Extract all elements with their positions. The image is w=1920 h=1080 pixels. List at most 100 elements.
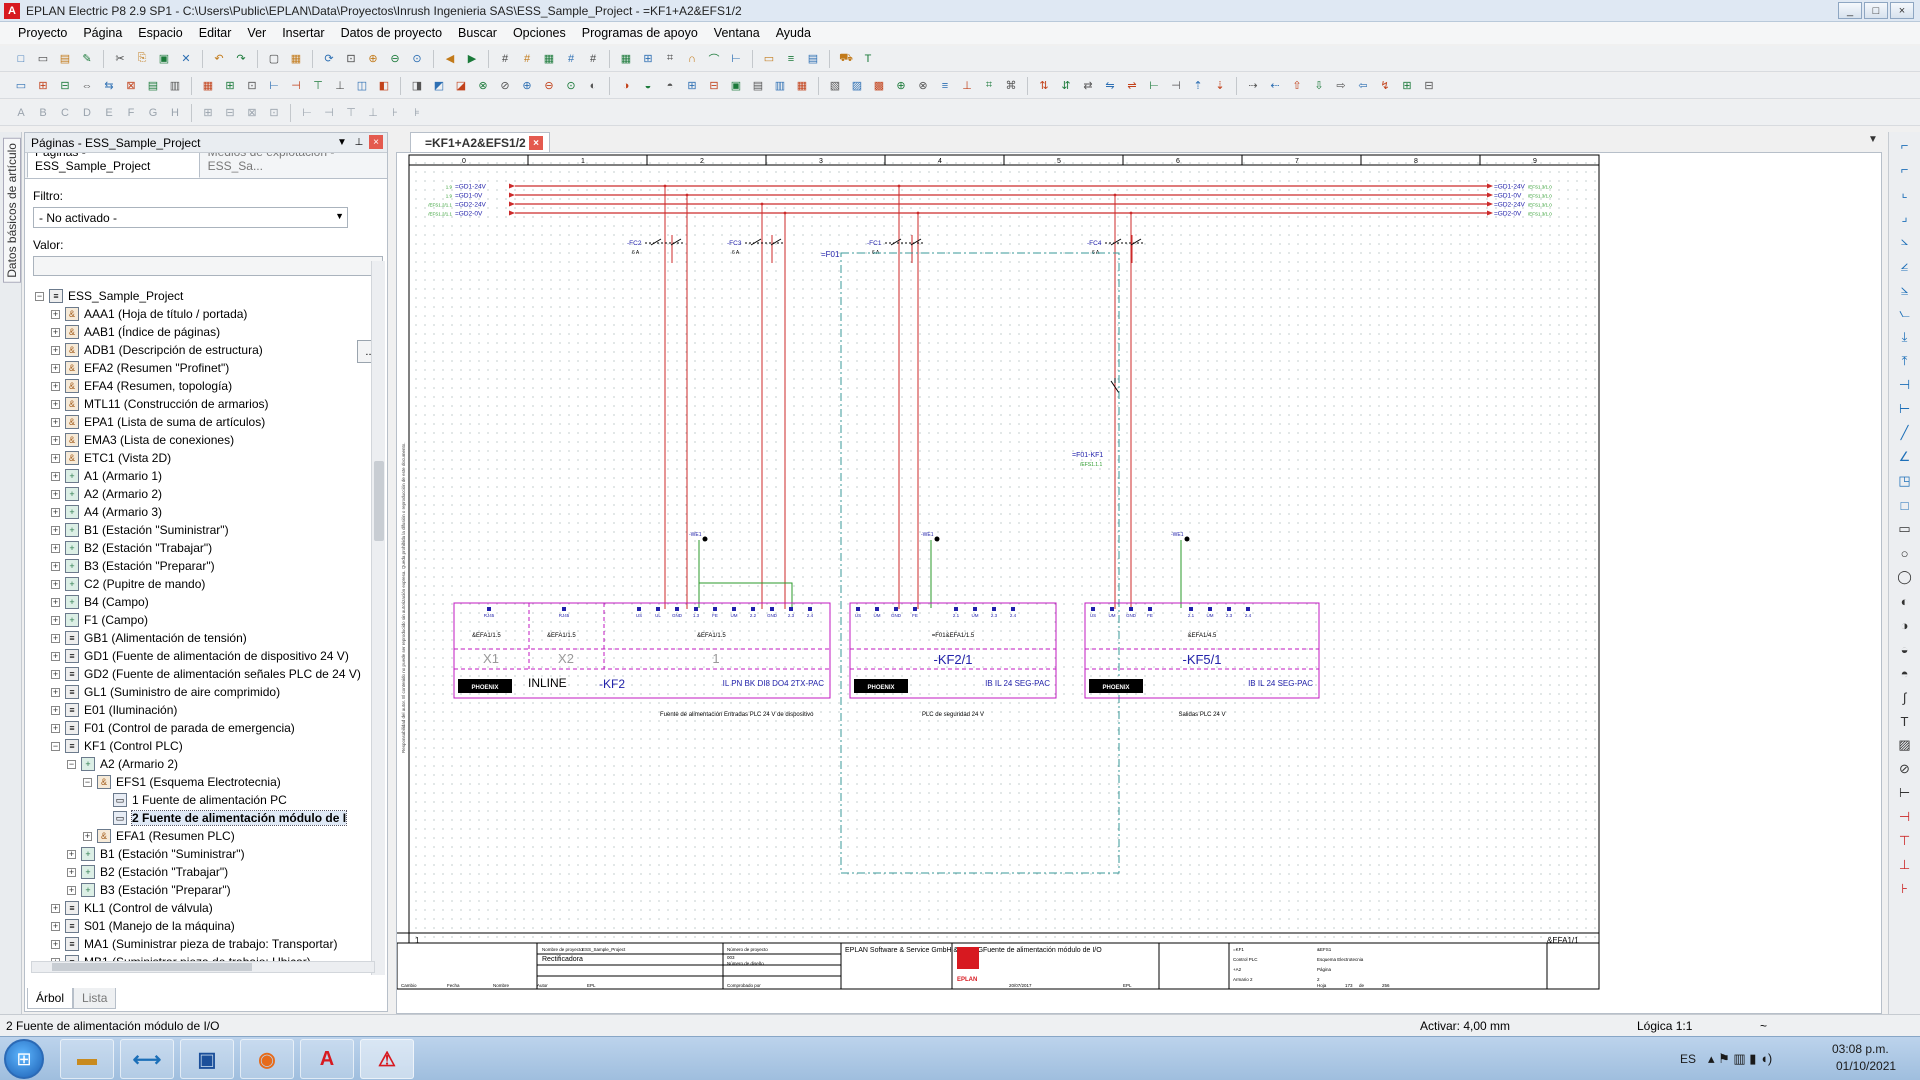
- close-tab-icon[interactable]: ×: [529, 136, 543, 150]
- align-tool-10-icon[interactable]: ⊟: [221, 104, 239, 122]
- edit-tool-41-icon[interactable]: ≡: [936, 77, 954, 95]
- tab-lista[interactable]: Lista: [73, 988, 117, 1009]
- expand-toggle-icon[interactable]: +: [51, 921, 60, 931]
- draw-tool-13-icon[interactable]: ╱: [1895, 423, 1915, 443]
- menu-ventana[interactable]: Ventana: [706, 26, 768, 40]
- align-tool-17-icon[interactable]: ⊦: [386, 104, 404, 122]
- edit-tool-53-icon[interactable]: ⇣: [1211, 77, 1229, 95]
- tree-item[interactable]: + & EFA1 (Resumen PLC): [25, 827, 375, 845]
- menu-datos-proyecto[interactable]: Datos de proyecto: [333, 26, 450, 40]
- edit-tool-30-icon[interactable]: ⊞: [683, 77, 701, 95]
- edit-tool-59-icon[interactable]: ⇦: [1354, 77, 1372, 95]
- align-tool-8-icon[interactable]: H: [166, 104, 184, 122]
- edit-tool-11-icon[interactable]: ⊡: [243, 77, 261, 95]
- draw-tool-19-icon[interactable]: ◯: [1895, 567, 1915, 587]
- tree-item[interactable]: + + A1 (Armario 1): [25, 467, 375, 485]
- text-icon[interactable]: T: [859, 50, 877, 68]
- tree-item[interactable]: + + F1 (Campo): [25, 611, 375, 629]
- eplan-taskbar-icon[interactable]: ⚠: [360, 1039, 414, 1079]
- expand-toggle-icon[interactable]: +: [67, 867, 76, 877]
- tree-item[interactable]: + & AAA1 (Hoja de título / portada): [25, 305, 375, 323]
- tree-item[interactable]: + ≡ MA1 (Suministrar pieza de trabajo: Tra…: [25, 935, 375, 953]
- edit-tool-58-icon[interactable]: ⇨: [1332, 77, 1350, 95]
- align-tool-14-icon[interactable]: ⊣: [320, 104, 338, 122]
- expand-toggle-icon[interactable]: +: [51, 903, 60, 913]
- draw-tool-24-icon[interactable]: ∫: [1895, 687, 1915, 707]
- expand-toggle-icon[interactable]: −: [35, 291, 44, 301]
- edit-tool-48-icon[interactable]: ⇋: [1101, 77, 1119, 95]
- edit-tool-56-icon[interactable]: ⇧: [1288, 77, 1306, 95]
- draw-tool-11-icon[interactable]: ⊣: [1895, 375, 1915, 395]
- edit-tool-39-icon[interactable]: ⊕: [892, 77, 910, 95]
- expand-toggle-icon[interactable]: +: [51, 489, 60, 499]
- edit-tool-5-icon[interactable]: ⇆: [100, 77, 118, 95]
- graphics-icon[interactable]: ▤: [804, 50, 822, 68]
- value-input[interactable]: [33, 256, 383, 276]
- edit-tool-13-icon[interactable]: ⊣: [287, 77, 305, 95]
- edit-tool-38-icon[interactable]: ▩: [870, 77, 888, 95]
- draw-tool-4-icon[interactable]: ⌟: [1895, 207, 1915, 227]
- new-project-icon[interactable]: □: [12, 50, 30, 68]
- draw-tool-20-icon[interactable]: ◐: [1895, 591, 1915, 611]
- tree-item[interactable]: + + B3 (Estación "Preparar"): [25, 881, 375, 899]
- menu-proyecto[interactable]: Proyecto: [10, 26, 75, 40]
- grid-d-icon[interactable]: #: [562, 50, 580, 68]
- tree-item[interactable]: + ≡ GL1 (Suministro de aire comprimido): [25, 683, 375, 701]
- edit-tool-6-icon[interactable]: ⊠: [122, 77, 140, 95]
- tree-item[interactable]: + ≡ E01 (Iluminación): [25, 701, 375, 719]
- align-tool-1-icon[interactable]: A: [12, 104, 30, 122]
- draw-tool-32-icon[interactable]: ⊦: [1895, 879, 1915, 899]
- expand-toggle-icon[interactable]: +: [51, 471, 60, 481]
- draw-tool-8-icon[interactable]: ⦦: [1895, 303, 1915, 323]
- expand-toggle-icon[interactable]: −: [51, 741, 60, 751]
- draw-tool-1-icon[interactable]: ⌐: [1895, 135, 1915, 155]
- draw-tool-31-icon[interactable]: ⊥: [1895, 855, 1915, 875]
- edit-tool-8-icon[interactable]: ▥: [166, 77, 184, 95]
- properties-icon[interactable]: ✎: [78, 50, 96, 68]
- expand-toggle-icon[interactable]: +: [51, 561, 60, 571]
- maximize-button[interactable]: □: [1864, 2, 1888, 19]
- tree-item[interactable]: + + B4 (Campo): [25, 593, 375, 611]
- edit-tool-42-icon[interactable]: ⊥: [958, 77, 976, 95]
- menu-editar[interactable]: Editar: [191, 26, 240, 40]
- edit-tool-21-icon[interactable]: ⊗: [474, 77, 492, 95]
- expand-toggle-icon[interactable]: +: [51, 579, 60, 589]
- draw-tool-26-icon[interactable]: ▨: [1895, 735, 1915, 755]
- schematic-canvas[interactable]: 0123456789 1.9 =GD1-24V =GD1-24V/EFS1.3/1.…: [396, 152, 1882, 1014]
- edit-tool-37-icon[interactable]: ▨: [848, 77, 866, 95]
- tree-item[interactable]: + & EMA3 (Lista de conexiones): [25, 431, 375, 449]
- tree-item[interactable]: + ≡ F01 (Control de parada de emergencia): [25, 719, 375, 737]
- align-tool-13-icon[interactable]: ⊢: [298, 104, 316, 122]
- align-tool-4-icon[interactable]: D: [78, 104, 96, 122]
- edit-tool-57-icon[interactable]: ⇩: [1310, 77, 1328, 95]
- cart-icon[interactable]: ⛟: [837, 50, 855, 68]
- edit-tool-55-icon[interactable]: ⇠: [1266, 77, 1284, 95]
- edit-tool-24-icon[interactable]: ⊖: [540, 77, 558, 95]
- tab-list-dropdown-icon[interactable]: ▼: [1868, 134, 1878, 145]
- expand-toggle-icon[interactable]: −: [83, 777, 92, 787]
- snap-object-icon[interactable]: ⊞: [639, 50, 657, 68]
- tree-item[interactable]: − & EFS1 (Esquema Electrotecnia): [25, 773, 375, 791]
- tree-item[interactable]: − + A2 (Armario 2): [25, 755, 375, 773]
- expand-toggle-icon[interactable]: +: [51, 399, 60, 409]
- tab-arbol[interactable]: Árbol: [27, 988, 74, 1009]
- expand-toggle-icon[interactable]: +: [51, 327, 60, 337]
- draw-tool-2-icon[interactable]: ⌐: [1895, 159, 1915, 179]
- draw-tool-7-icon[interactable]: ⦥: [1895, 279, 1915, 299]
- edit-tool-34-icon[interactable]: ▥: [771, 77, 789, 95]
- grid-a-icon[interactable]: #: [496, 50, 514, 68]
- expand-toggle-icon[interactable]: +: [51, 543, 60, 553]
- snap-icon[interactable]: ⌗: [661, 50, 679, 68]
- draw-tool-6-icon[interactable]: ⦤: [1895, 255, 1915, 275]
- draw-tool-25-icon[interactable]: T: [1895, 711, 1915, 731]
- tree-item[interactable]: + + A2 (Armario 2): [25, 485, 375, 503]
- edit-tool-46-icon[interactable]: ⇵: [1057, 77, 1075, 95]
- clock-time[interactable]: 03:08 p.m.: [1832, 1042, 1889, 1056]
- expand-toggle-icon[interactable]: +: [51, 345, 60, 355]
- expand-toggle-icon[interactable]: +: [51, 669, 60, 679]
- edit-tool-10-icon[interactable]: ⊞: [221, 77, 239, 95]
- tree-item[interactable]: + ≡ GD1 (Fuente de alimentación de disposi…: [25, 647, 375, 665]
- tree-item[interactable]: + + B1 (Estación "Suministrar"): [25, 521, 375, 539]
- minimize-button[interactable]: _: [1838, 2, 1862, 19]
- tree-item[interactable]: + & ADB1 (Descripción de estructura): [25, 341, 375, 359]
